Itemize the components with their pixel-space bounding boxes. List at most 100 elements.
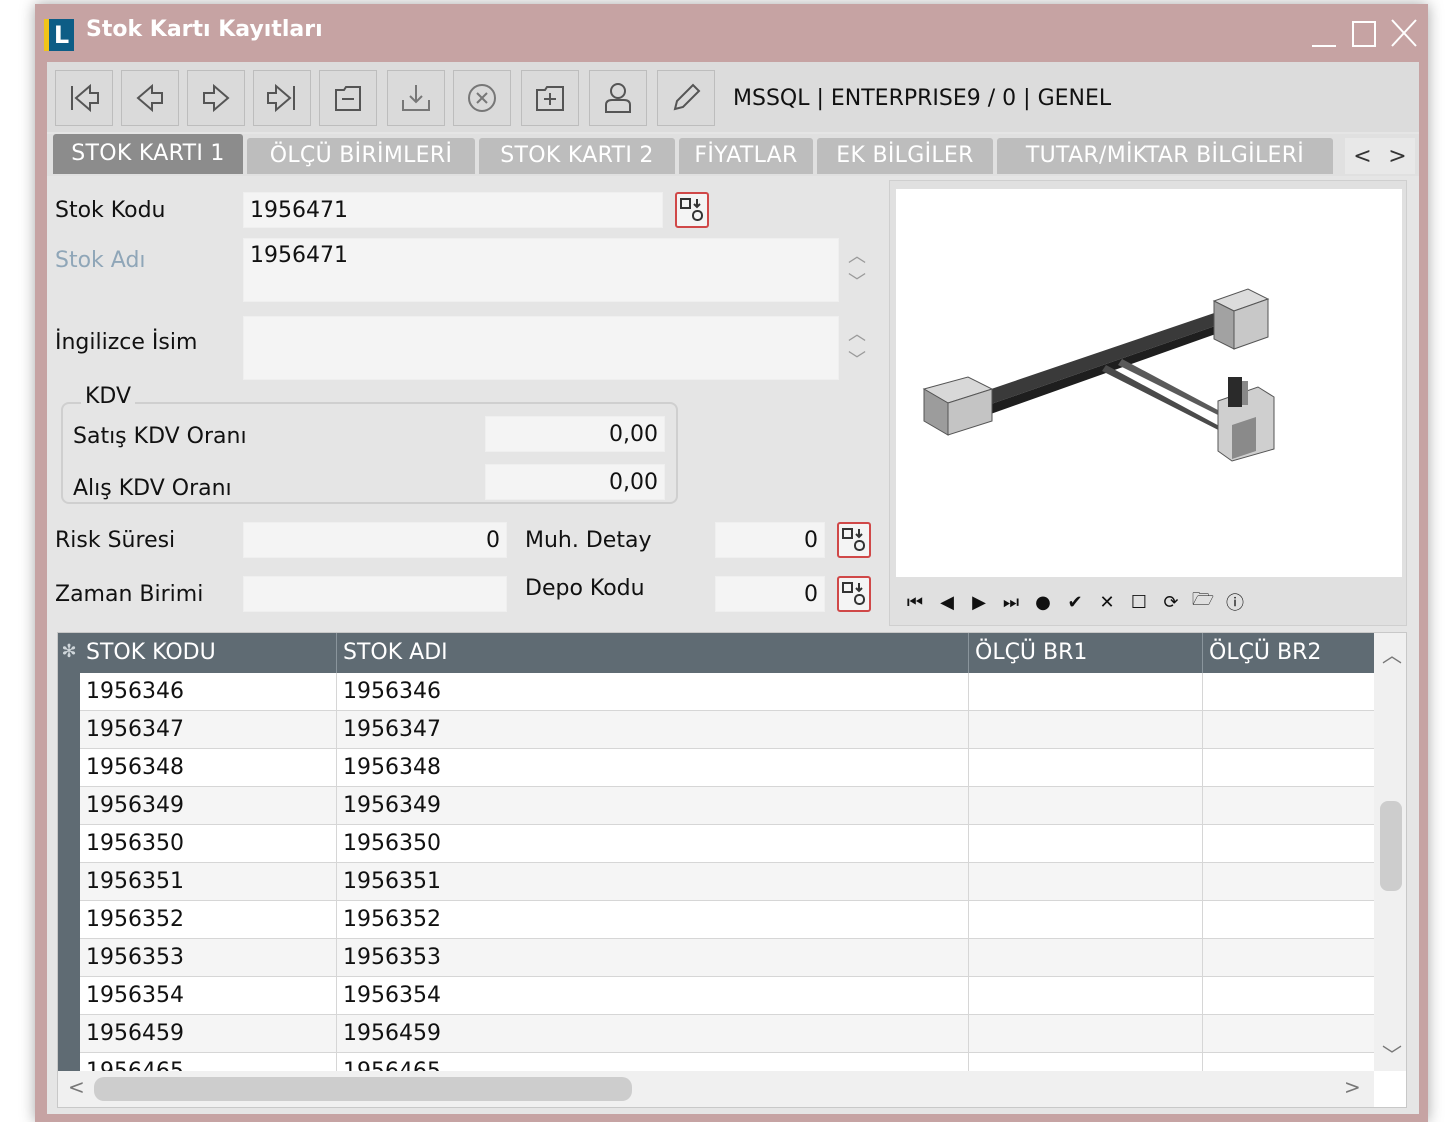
zaman-birimi-field[interactable] — [243, 576, 507, 612]
previous-record-button[interactable] — [121, 70, 179, 126]
satis-kdv-field[interactable]: 0,00 — [485, 416, 665, 452]
table-cell[interactable] — [969, 863, 1203, 901]
depo-kodu-field[interactable]: 0 — [715, 576, 825, 612]
table-cell[interactable]: 1956351 — [337, 863, 969, 901]
horizontal-scroll-thumb[interactable] — [94, 1077, 632, 1101]
image-info-icon[interactable]: ⓘ — [1222, 589, 1248, 615]
image-refresh-icon[interactable]: ⟳ — [1158, 592, 1184, 613]
grid-vertical-scrollbar[interactable]: ︿ ﹀ — [1374, 633, 1406, 1071]
table-cell[interactable] — [1203, 825, 1374, 863]
table-cell[interactable] — [969, 749, 1203, 787]
table-cell[interactable] — [1203, 1015, 1374, 1053]
table-row[interactable]: 1956347 1956347 — [80, 711, 1374, 749]
table-cell[interactable]: 1956465 — [337, 1053, 969, 1071]
tab-tutar-miktar-bilgileri[interactable]: TUTAR/MİKTAR BİLGİLERİ — [997, 138, 1333, 174]
table-cell[interactable] — [969, 977, 1203, 1015]
stok-kodu-field[interactable]: 1956471 — [243, 192, 663, 228]
image-record-icon[interactable]: ● — [1030, 592, 1056, 613]
tab-fiyatlar[interactable]: FİYATLAR — [679, 138, 813, 174]
table-cell[interactable] — [1203, 711, 1374, 749]
table-row[interactable]: 19564651956465 — [80, 1053, 1374, 1071]
table-cell[interactable]: 1956352 — [337, 901, 969, 939]
table-row[interactable]: 1956353 1956353 — [80, 939, 1374, 977]
table-cell[interactable] — [1203, 1053, 1374, 1071]
table-cell[interactable]: 1956347 — [337, 711, 969, 749]
table-cell[interactable]: 1956348 — [80, 749, 337, 787]
table-row[interactable]: 1956351 1956351 — [80, 863, 1374, 901]
tab-stok-karti-2[interactable]: STOK KARTI 2 — [479, 138, 675, 174]
table-cell[interactable] — [1203, 749, 1374, 787]
table-cell[interactable]: 1956350 — [80, 825, 337, 863]
ingilizce-isim-scroll-up-icon[interactable]: ︿ — [845, 322, 869, 348]
image-open-folder-icon[interactable]: 🗁 — [1190, 587, 1216, 617]
table-cell[interactable] — [969, 939, 1203, 977]
risk-suresi-field[interactable]: 0 — [243, 522, 507, 558]
close-button[interactable] — [1390, 14, 1418, 50]
table-cell[interactable]: 1956349 — [337, 787, 969, 825]
table-cell[interactable]: 1956353 — [337, 939, 969, 977]
stok-kodu-lookup-button[interactable] — [675, 192, 709, 228]
user-button[interactable] — [589, 70, 647, 126]
stok-adi-scroll-up-icon[interactable]: ︿ — [845, 244, 869, 270]
table-cell[interactable] — [1203, 977, 1374, 1015]
column-header-stok-kodu[interactable]: STOK KODU — [80, 633, 337, 673]
scroll-right-icon[interactable]: > — [1344, 1075, 1361, 1099]
table-cell[interactable] — [969, 1015, 1203, 1053]
image-prev-icon[interactable]: ◀ — [934, 592, 960, 613]
muh-detay-field[interactable]: 0 — [715, 522, 825, 558]
cancel-button[interactable] — [453, 70, 511, 126]
image-first-icon[interactable]: ⏮ — [902, 592, 928, 613]
table-cell[interactable]: 1956351 — [80, 863, 337, 901]
image-delete-icon[interactable]: ✕ — [1094, 592, 1120, 613]
download-button[interactable] — [387, 70, 445, 126]
table-cell[interactable] — [969, 673, 1203, 711]
table-cell[interactable]: 1956354 — [337, 977, 969, 1015]
table-cell[interactable] — [969, 1053, 1203, 1071]
table-cell[interactable]: 1956347 — [80, 711, 337, 749]
scroll-up-icon[interactable]: ︿ — [1382, 639, 1402, 668]
table-cell[interactable]: 1956349 — [80, 787, 337, 825]
minimize-button[interactable] — [1310, 14, 1338, 50]
table-row[interactable]: 1956349 1956349 — [80, 787, 1374, 825]
table-cell[interactable] — [969, 825, 1203, 863]
title-bar[interactable]: L Stok Kartı Kayıtları — [35, 4, 1428, 60]
table-cell[interactable]: 1956353 — [80, 939, 337, 977]
image-last-icon[interactable]: ⏭ — [998, 592, 1024, 613]
column-header-olcu-br1[interactable]: ÖLÇÜ BR1 — [969, 633, 1203, 673]
muh-detay-lookup-button[interactable] — [837, 522, 871, 558]
tab-scroll-left-icon[interactable]: < — [1353, 144, 1371, 169]
first-record-button[interactable] — [55, 70, 113, 126]
ingilizce-isim-field[interactable] — [243, 316, 839, 380]
last-record-button[interactable] — [253, 70, 311, 126]
table-cell[interactable] — [1203, 939, 1374, 977]
table-row[interactable]: 1956352 1956352 — [80, 901, 1374, 939]
image-confirm-icon[interactable]: ✔ — [1062, 592, 1088, 613]
column-header-stok-adi[interactable]: STOK ADI — [337, 633, 969, 673]
table-row[interactable]: 1956459 1956459 — [80, 1015, 1374, 1053]
ingilizce-isim-scroll-down-icon[interactable]: ﹀ — [845, 348, 869, 374]
alis-kdv-field[interactable]: 0,00 — [485, 464, 665, 500]
stok-adi-field[interactable]: 1956471 — [243, 238, 839, 302]
new-row-icon[interactable]: ✻ — [58, 633, 80, 671]
table-cell[interactable]: 1956348 — [337, 749, 969, 787]
table-cell[interactable] — [969, 901, 1203, 939]
vertical-scroll-thumb[interactable] — [1380, 801, 1402, 891]
table-cell[interactable] — [1203, 673, 1374, 711]
list-button[interactable] — [319, 70, 377, 126]
new-record-button[interactable] — [521, 70, 579, 126]
scroll-left-icon[interactable]: < — [68, 1075, 85, 1099]
stok-adi-scroll-down-icon[interactable]: ﹀ — [845, 270, 869, 296]
next-record-button[interactable] — [187, 70, 245, 126]
column-header-olcu-br2[interactable]: ÖLÇÜ BR2 — [1203, 633, 1374, 673]
table-cell[interactable] — [1203, 787, 1374, 825]
table-cell[interactable]: 1956459 — [337, 1015, 969, 1053]
table-cell[interactable] — [1203, 863, 1374, 901]
maximize-button[interactable] — [1350, 14, 1378, 50]
tab-olcu-birimleri[interactable]: ÖLÇÜ BİRİMLERİ — [247, 138, 475, 174]
edit-button[interactable] — [657, 70, 715, 126]
table-cell[interactable]: 1956346 — [337, 673, 969, 711]
table-row[interactable]: 1956354 1956354 — [80, 977, 1374, 1015]
table-cell[interactable]: 1956465 — [80, 1053, 337, 1071]
table-row[interactable]: 1956348 1956348 — [80, 749, 1374, 787]
table-cell[interactable]: 1956350 — [337, 825, 969, 863]
